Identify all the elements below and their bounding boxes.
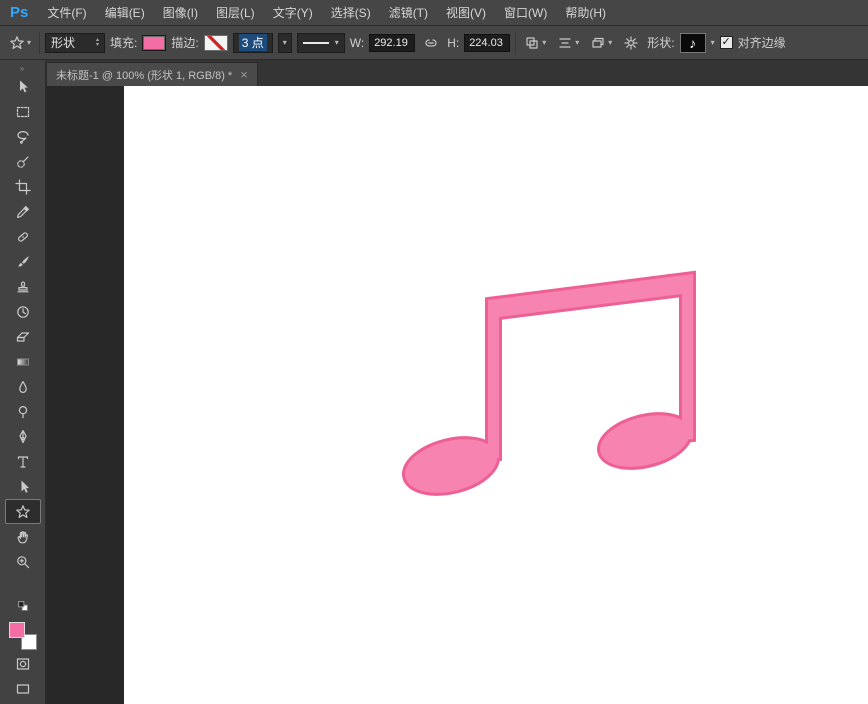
solid-line-icon <box>302 41 329 44</box>
tool-preset-picker[interactable]: ▾ <box>6 33 34 53</box>
path-operations-icon <box>526 36 538 49</box>
menu-filter[interactable]: 滤镜(T) <box>380 0 437 26</box>
zoom-tool[interactable] <box>5 549 41 574</box>
menu-layer[interactable]: 图层(L) <box>207 0 264 26</box>
history-brush-tool[interactable] <box>5 299 41 324</box>
align-lines-icon <box>559 37 571 48</box>
chevron-down-icon: ▾ <box>575 37 580 47</box>
eraser-tool[interactable] <box>5 324 41 349</box>
shape-tool-preset-icon <box>10 35 24 49</box>
tool-mode-select[interactable]: 形状 ▴ ▾ <box>45 32 106 53</box>
quick-mask-button[interactable] <box>15 656 31 675</box>
crop-tool[interactable] <box>5 174 41 199</box>
toolbar-collapse-button[interactable]: » <box>0 62 45 74</box>
tool-options-bar: ▾ 形状 ▴ ▾ 填充: 描边: 3 点 ▾ ▾ W: 292.19 H: 22… <box>0 26 868 60</box>
clone-stamp-tool[interactable] <box>5 274 41 299</box>
menu-window[interactable]: 窗口(W) <box>495 0 556 26</box>
path-operations-button[interactable]: ▾ <box>521 33 549 53</box>
foreground-color-swatch[interactable] <box>8 622 25 638</box>
align-edges-label: 对齐边缘 <box>737 36 786 50</box>
path-selection-tool[interactable] <box>5 474 41 499</box>
move-tool[interactable] <box>5 74 41 99</box>
chevron-down-icon: ▾ <box>608 37 613 47</box>
width-label: W: <box>349 35 365 50</box>
quick-selection-tool[interactable] <box>5 149 41 174</box>
menu-bar: Ps 文件(F) 编辑(E) 图像(I) 图层(L) 文字(Y) 选择(S) 滤… <box>0 0 868 26</box>
geometry-options-button[interactable] <box>620 33 642 53</box>
custom-shape-tool[interactable] <box>4 499 41 524</box>
workspace-background <box>46 86 868 704</box>
path-alignment-button[interactable]: ▾ <box>554 33 582 53</box>
stroke-width-field[interactable]: 3 点 <box>232 32 273 53</box>
arrange-layers-icon <box>592 37 604 48</box>
music-note-shape[interactable] <box>124 86 868 704</box>
menu-type[interactable]: 文字(Y) <box>264 0 322 26</box>
chevron-down-icon: ▾ <box>334 37 339 47</box>
pen-tool[interactable] <box>5 424 41 449</box>
divider <box>39 31 41 54</box>
chevron-down-icon: ▾ <box>542 37 547 47</box>
fill-color-swatch[interactable] <box>142 34 167 51</box>
default-colors-button[interactable] <box>16 599 30 616</box>
stroke-width-dropdown-button[interactable]: ▾ <box>277 32 292 53</box>
stroke-width-value: 3 点 <box>238 34 267 51</box>
menu-image[interactable]: 图像(I) <box>154 0 207 26</box>
screen-mode-button[interactable] <box>15 681 31 700</box>
shape-height-input[interactable]: 224.03 <box>464 33 511 52</box>
divider <box>515 31 517 54</box>
gear-icon <box>624 35 638 50</box>
blur-tool[interactable] <box>5 374 41 399</box>
color-swatches <box>8 622 37 650</box>
menu-select[interactable]: 选择(S) <box>322 0 380 26</box>
chevron-down-icon: ▾ <box>27 37 32 47</box>
stroke-style-select[interactable]: ▾ <box>296 32 345 53</box>
document-tab-title: 未标题-1 @ 100% (形状 1, RGB/8) * <box>56 69 233 82</box>
hand-tool[interactable] <box>5 524 41 549</box>
healing-brush-tool[interactable] <box>5 224 41 249</box>
brush-tool[interactable] <box>5 249 41 274</box>
chevron-down-icon[interactable]: ▾ <box>711 38 715 47</box>
chevron-updown-icon: ▴ ▾ <box>96 36 100 48</box>
custom-shape-preview[interactable]: ♪ <box>679 32 706 53</box>
menu-file[interactable]: 文件(F) <box>38 0 95 26</box>
chevron-down-icon: ▾ <box>282 37 287 47</box>
document-canvas[interactable] <box>124 86 868 704</box>
type-tool[interactable] <box>5 449 41 474</box>
align-edges-checkbox[interactable]: ✓ <box>719 36 733 49</box>
chain-link-icon <box>425 38 437 47</box>
shape-width-input[interactable]: 292.19 <box>369 33 416 52</box>
height-label: H: <box>447 35 460 50</box>
tool-mode-value: 形状 <box>51 36 76 50</box>
lasso-tool[interactable] <box>5 124 41 149</box>
stroke-label: 描边: <box>171 36 199 50</box>
menu-edit[interactable]: 编辑(E) <box>96 0 154 26</box>
stroke-color-swatch[interactable] <box>203 34 228 51</box>
path-arrangement-button[interactable]: ▾ <box>587 33 615 53</box>
link-dimensions-button[interactable] <box>420 33 442 53</box>
fill-label: 填充: <box>110 36 138 50</box>
shape-picker-label: 形状: <box>647 36 675 50</box>
tools-panel: » <box>0 60 46 704</box>
gradient-tool[interactable] <box>5 349 41 374</box>
photoshop-window: Ps 文件(F) 编辑(E) 图像(I) 图层(L) 文字(Y) 选择(S) 滤… <box>0 0 868 704</box>
menu-view[interactable]: 视图(V) <box>437 0 495 26</box>
toolbar-bottom-widgets <box>8 599 37 700</box>
photoshop-logo: Ps <box>10 4 29 21</box>
marquee-tool[interactable] <box>5 99 41 124</box>
close-icon[interactable]: × <box>240 67 248 82</box>
eyedropper-tool[interactable] <box>5 199 41 224</box>
document-tab-strip: 未标题-1 @ 100% (形状 1, RGB/8) * × <box>46 60 868 86</box>
document-tab[interactable]: 未标题-1 @ 100% (形状 1, RGB/8) * × <box>46 62 258 86</box>
music-note-icon: ♪ <box>689 34 697 51</box>
menu-help[interactable]: 帮助(H) <box>556 0 615 26</box>
dodge-tool[interactable] <box>5 399 41 424</box>
